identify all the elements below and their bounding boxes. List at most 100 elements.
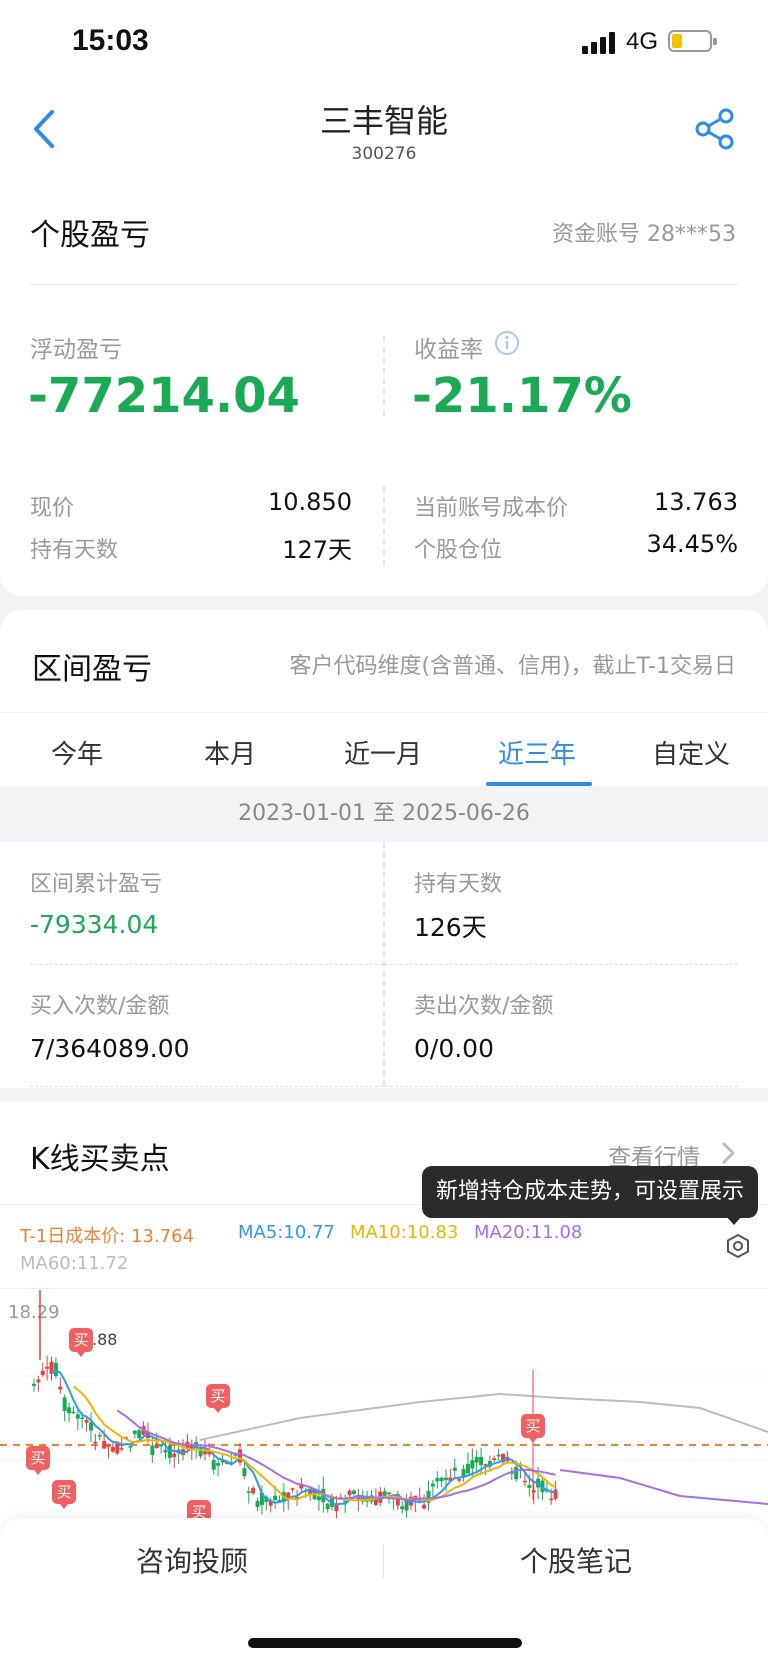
- candle-body: [474, 1456, 479, 1463]
- kline-chart[interactable]: [0, 1290, 768, 1520]
- return-value: -21.17%: [412, 368, 632, 424]
- candle-body: [80, 1417, 85, 1420]
- candle-body: [58, 1386, 63, 1390]
- candle-body: [106, 1444, 111, 1447]
- candle-body: [422, 1504, 427, 1509]
- candle-body: [88, 1422, 93, 1431]
- kline-title: K线买卖点: [30, 1142, 170, 1177]
- candle-body: [172, 1453, 177, 1458]
- candle-body: [128, 1446, 133, 1448]
- candle-body: [154, 1443, 159, 1448]
- divider: [0, 1288, 768, 1289]
- candle-body: [527, 1485, 532, 1488]
- candle-body: [452, 1467, 457, 1471]
- sell-label: 卖出次数/金额: [414, 994, 554, 1019]
- divider: [0, 712, 768, 713]
- candle-body: [40, 1370, 45, 1376]
- tab-last-three-years[interactable]: 近三年: [462, 734, 612, 771]
- status-bar: 15:03 4G: [0, 0, 768, 88]
- price-value: 10.850: [268, 488, 352, 516]
- candle-body: [255, 1501, 260, 1508]
- divider: [30, 964, 738, 965]
- candle-body: [53, 1362, 58, 1376]
- stock-name: 三丰智能: [319, 102, 448, 140]
- home-indicator: [248, 1638, 522, 1648]
- buy-mark[interactable]: 买: [521, 1414, 545, 1443]
- tab-this-year[interactable]: 今年: [2, 734, 152, 771]
- candle-body: [316, 1496, 321, 1501]
- candle-body: [246, 1491, 251, 1493]
- candle-body: [400, 1506, 405, 1510]
- info-icon[interactable]: [494, 330, 520, 356]
- hold-days-label: 持有天数: [414, 872, 503, 897]
- buy-mark[interactable]: 买: [52, 1480, 76, 1509]
- share-button[interactable]: [692, 106, 738, 152]
- network-type: 4G: [626, 28, 659, 55]
- candle-body: [102, 1441, 107, 1449]
- candle-body: [531, 1490, 536, 1493]
- legend-ma20: MA20:11.08: [474, 1222, 583, 1243]
- divider: [383, 336, 385, 416]
- candle-body: [93, 1441, 98, 1444]
- cum-pl-label: 区间累计盈亏: [30, 872, 163, 897]
- days-label: 持有天数: [30, 538, 119, 563]
- candle-body: [150, 1445, 155, 1456]
- feature-tooltip: 新增持仓成本走势，可设置展示: [422, 1166, 758, 1218]
- candle-body: [496, 1454, 501, 1457]
- battery-icon: [668, 30, 717, 52]
- buy-mark[interactable]: 买: [69, 1328, 93, 1357]
- tab-custom[interactable]: 自定义: [616, 734, 766, 771]
- candle-body: [479, 1456, 484, 1466]
- candle-body: [137, 1430, 142, 1439]
- candle-body: [457, 1479, 462, 1481]
- return-label: 收益率: [414, 337, 483, 363]
- legend-ma5: MA5:10.77: [238, 1222, 335, 1243]
- consult-advisor-button[interactable]: 咨询投顾: [0, 1540, 384, 1580]
- divider: [30, 284, 738, 285]
- candle-body: [110, 1446, 115, 1452]
- candle-body: [347, 1490, 352, 1495]
- candle-body: [325, 1503, 330, 1509]
- candle-body: [492, 1458, 497, 1461]
- candle-body: [62, 1397, 67, 1411]
- candle-body: [159, 1444, 164, 1447]
- buy-mark[interactable]: 买: [206, 1384, 230, 1413]
- cost-value: 13.763: [654, 488, 738, 516]
- cum-pl-value: -79334.04: [30, 910, 159, 939]
- position-label: 个股仓位: [414, 538, 503, 563]
- candle-body: [67, 1407, 72, 1414]
- candle-body: [387, 1492, 392, 1495]
- candle-body: [465, 1463, 470, 1474]
- stock-code: 300276: [351, 144, 417, 164]
- candle-body: [119, 1448, 124, 1450]
- candle-body: [514, 1466, 519, 1480]
- candle-body: [115, 1443, 120, 1454]
- stock-notes-button[interactable]: 个股笔记: [384, 1540, 768, 1580]
- price-label: 现价: [30, 496, 75, 521]
- ma60-line: [199, 1392, 768, 1441]
- candle-body: [75, 1414, 80, 1419]
- date-range: 2023-01-01 至 2025-06-26: [238, 801, 530, 826]
- chart-settings-button[interactable]: [724, 1232, 752, 1260]
- ma10-line: [72, 1385, 556, 1502]
- tooltip-arrow: [726, 1216, 742, 1225]
- tab-this-month[interactable]: 本月: [155, 734, 305, 771]
- tab-last-month[interactable]: 近一月: [308, 734, 458, 771]
- candle-body: [84, 1419, 89, 1423]
- candle-body: [211, 1460, 216, 1470]
- candle-body: [290, 1488, 295, 1490]
- legend-ma10: MA10:10.83: [350, 1222, 459, 1243]
- candle-body: [251, 1488, 256, 1494]
- buy-mark[interactable]: 买: [26, 1446, 50, 1475]
- floating-pl-label: 浮动盈亏: [30, 337, 122, 363]
- range-title: 区间盈亏: [32, 652, 152, 687]
- candle-body: [242, 1468, 247, 1477]
- candle-body: [36, 1379, 41, 1383]
- candle-body: [32, 1383, 36, 1386]
- account-label: 资金账号 28***53: [552, 222, 736, 247]
- buy-value: 7/364089.00: [30, 1034, 190, 1063]
- candle-body: [273, 1495, 278, 1500]
- candle-body: [470, 1460, 475, 1469]
- signal-icon: [582, 30, 618, 54]
- range-note: 客户代码维度(含普通、信用)，截止T-1交易日: [289, 654, 736, 679]
